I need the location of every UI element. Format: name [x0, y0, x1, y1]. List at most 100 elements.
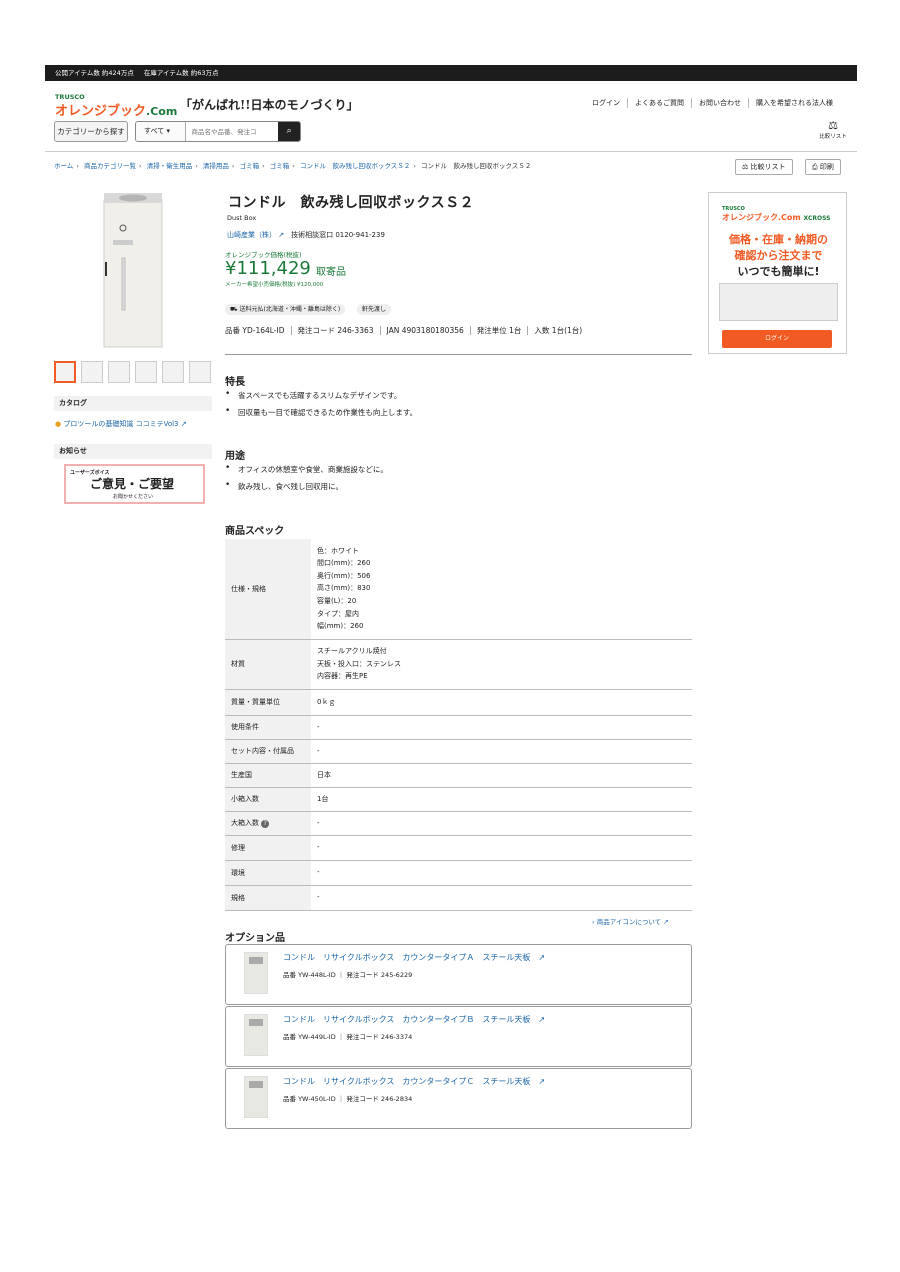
product-image[interactable] — [103, 190, 163, 348]
external-link-icon: ↗ — [538, 1015, 546, 1024]
spec-value: - — [311, 811, 692, 836]
jan-code: JAN 4903180180356 — [379, 326, 470, 335]
list-item: 回収量も一目で確認できるため作業性も向上します。 — [225, 406, 417, 424]
option-code: 品番 YW-450L-ID ｜ 発注コード 246-2834 — [283, 1095, 413, 1103]
add-to-compare-button[interactable]: ⚖ 比較リスト — [735, 159, 793, 175]
search-bar: すべて ▾ ⌕ — [135, 121, 301, 142]
external-link-icon: ↗ — [538, 953, 546, 962]
spec-heading: 商品スペック — [225, 526, 285, 537]
thumbnail[interactable] — [162, 361, 184, 383]
breadcrumb-item[interactable]: 清掃用品 — [203, 162, 229, 170]
option-card[interactable]: コンドル リサイクルボックス カウンタータイプＡ スチール天板 ↗ 品番 YW-4… — [225, 944, 692, 1005]
list-item: 省スペースでも活躍するスリムなデザインです。 — [225, 389, 417, 407]
maker-link[interactable]: 山崎産業（株） — [227, 231, 276, 239]
header-links: ログイン よくあるご質問 お問い合わせ 購入を希望される法人様 — [585, 98, 840, 108]
spec-value: - — [311, 860, 692, 886]
faq-link[interactable]: よくあるご質問 — [627, 98, 691, 108]
breadcrumb-item[interactable]: コンドル 飲み残し回収ボックスＳ２ — [300, 162, 410, 170]
spec-key-with-help: 大箱入数 ? — [225, 811, 311, 836]
thumbnail-strip — [54, 361, 211, 383]
help-icon[interactable]: ? — [261, 820, 270, 828]
orangebook-cross-banner[interactable]: TRUSCO オレンジブック.Com XCROSS 価格・在庫・納期の 確認から… — [708, 192, 847, 354]
thumbnail[interactable] — [135, 361, 157, 383]
table-row: セット内容・付属品 - — [225, 739, 692, 764]
spec-value: - — [311, 739, 692, 764]
login-link[interactable]: ログイン — [585, 98, 627, 108]
external-link-icon: ↗ — [663, 918, 669, 926]
breadcrumb-item[interactable]: ゴミ箱 — [270, 162, 290, 170]
table-row: 仕様・規格 色：ホワイト 間口(mm)：260 奥行(mm)：506 高さ(mm)：83… — [225, 539, 692, 640]
stock-count: 在庫アイテム数 約63万点 — [143, 69, 219, 77]
product-icon-link[interactable]: › 商品アイコンについて ↗ — [592, 916, 669, 926]
banner-line2: 確認から注文まで — [734, 249, 823, 262]
table-row: 規格 - — [225, 885, 692, 911]
thumbnail[interactable] — [54, 361, 76, 383]
search-input[interactable] — [186, 122, 279, 141]
chevron-down-icon: ▾ — [166, 127, 170, 135]
thumbnail[interactable] — [81, 361, 103, 383]
price: ¥111,429 — [225, 258, 311, 279]
category-button[interactable]: カテゴリーから探す — [54, 121, 128, 142]
banner-logo: オレンジブック.Com XCROSS — [722, 212, 830, 223]
printer-icon: ⎙ — [812, 163, 818, 171]
option-card[interactable]: コンドル リサイクルボックス カウンタータイプＢ スチール天板 ↗ 品番 YW-4… — [225, 1006, 692, 1067]
option-image — [244, 952, 268, 994]
thumbnail[interactable] — [189, 361, 211, 383]
banner-name: オレンジブック.Com — [722, 213, 801, 222]
site-logo[interactable]: オレンジブック.Com — [55, 100, 177, 119]
spec-key: 規格 — [225, 885, 311, 911]
option-name[interactable]: コンドル リサイクルボックス カウンタータイプＢ スチール天板 ↗ — [283, 1014, 545, 1025]
user-voice-banner[interactable]: ユーザーズボイス ご意見・ご要望 お聞かせください — [64, 464, 205, 504]
print-button[interactable]: ⎙ 印刷 — [805, 159, 841, 175]
table-row: 環境 - — [225, 860, 692, 886]
product-meta: 品番 YD-164L-ID 発注コード 246-3363 JAN 490318018… — [225, 325, 589, 336]
user-voice-sub: お聞かせください — [113, 494, 154, 500]
option-name[interactable]: コンドル リサイクルボックス カウンタータイプＡ スチール天板 ↗ — [283, 952, 545, 963]
thumbnail[interactable] — [108, 361, 130, 383]
breadcrumb-item[interactable]: ゴミ箱 — [240, 162, 260, 170]
spec-value: 色：ホワイト 間口(mm)：260 奥行(mm)：506 高さ(mm)：830 容量(L… — [311, 539, 692, 640]
breadcrumb-current: コンドル 飲み残し回収ボックスＳ２ — [420, 162, 532, 170]
search-scope-select[interactable]: すべて ▾ — [136, 122, 187, 141]
catalog-icon: ● — [55, 420, 62, 428]
catalog-heading: カタログ — [54, 396, 212, 411]
spec-key: 小箱入数 — [225, 787, 311, 812]
breadcrumb: ホーム › 商品カテゴリ一覧 › 清掃・衛生用品 › 清掃用品 › ゴミ箱 › ゴミ箱 › … — [54, 162, 532, 170]
spec-value: 0ｋｇ — [311, 689, 692, 716]
order-unit: 発注単位 1台 — [469, 326, 528, 335]
search-scope-label: すべて — [144, 127, 165, 135]
catalog-link[interactable]: ● プロツールの基礎知識 ココミテVol3 ↗ — [55, 419, 187, 429]
list-item: オフィスの休憩室や食堂、商業施設などに。 — [225, 463, 388, 481]
spec-value: - — [311, 715, 692, 740]
spec-key: 生産国 — [225, 763, 311, 788]
corporate-link[interactable]: 購入を希望される法人様 — [748, 98, 840, 108]
order-type: 取寄品 — [316, 267, 346, 278]
contact-link[interactable]: お問い合わせ — [691, 98, 748, 108]
option-card[interactable]: コンドル リサイクルボックス カウンタータイプＣ スチール天板 ↗ 品番 YW-4… — [225, 1068, 692, 1129]
print-button-label: 印刷 — [819, 163, 834, 171]
uses-list: オフィスの休憩室や食堂、商業施設などに。 飲み残し、食べ残し回収用に。 — [225, 463, 388, 498]
spec-value: - — [311, 885, 692, 911]
news-heading: お知らせ — [54, 444, 212, 459]
product-divider — [225, 354, 692, 355]
uses-heading: 用途 — [225, 451, 245, 462]
table-row: 生産国 日本 — [225, 763, 692, 788]
maker-row: 山崎産業（株） ↗ 技術相談窓口 0120-941-239 — [227, 230, 385, 240]
spec-value: 1台 — [311, 787, 692, 812]
slogan: 「がんばれ!!日本のモノづくり」 — [180, 98, 359, 112]
search-icon[interactable]: ⌕ — [278, 122, 300, 141]
external-link-icon: ↗ — [538, 1077, 546, 1086]
device-illustration — [719, 283, 838, 321]
breadcrumb-item[interactable]: 清掃・衛生用品 — [147, 162, 193, 170]
option-name[interactable]: コンドル リサイクルボックス カウンタータイプＣ スチール天板 ↗ — [283, 1076, 545, 1087]
banner-login-button[interactable]: ログイン — [722, 330, 832, 348]
compare-button-label: 比較リスト — [750, 163, 786, 171]
breadcrumb-home[interactable]: ホーム — [54, 162, 73, 170]
chevron-right-icon: › — [592, 918, 595, 926]
spec-key: 使用条件 — [225, 715, 311, 740]
breadcrumb-item[interactable]: 商品カテゴリ一覧 — [84, 162, 136, 170]
external-link-icon: ↗ — [180, 420, 187, 428]
compare-list-button[interactable]: ⚖ 比較リスト — [818, 120, 848, 141]
shipping-tag: ⛟ 送料元払(北海道・沖縄・離島は除く) — [225, 304, 346, 315]
spec-value: - — [311, 835, 692, 861]
